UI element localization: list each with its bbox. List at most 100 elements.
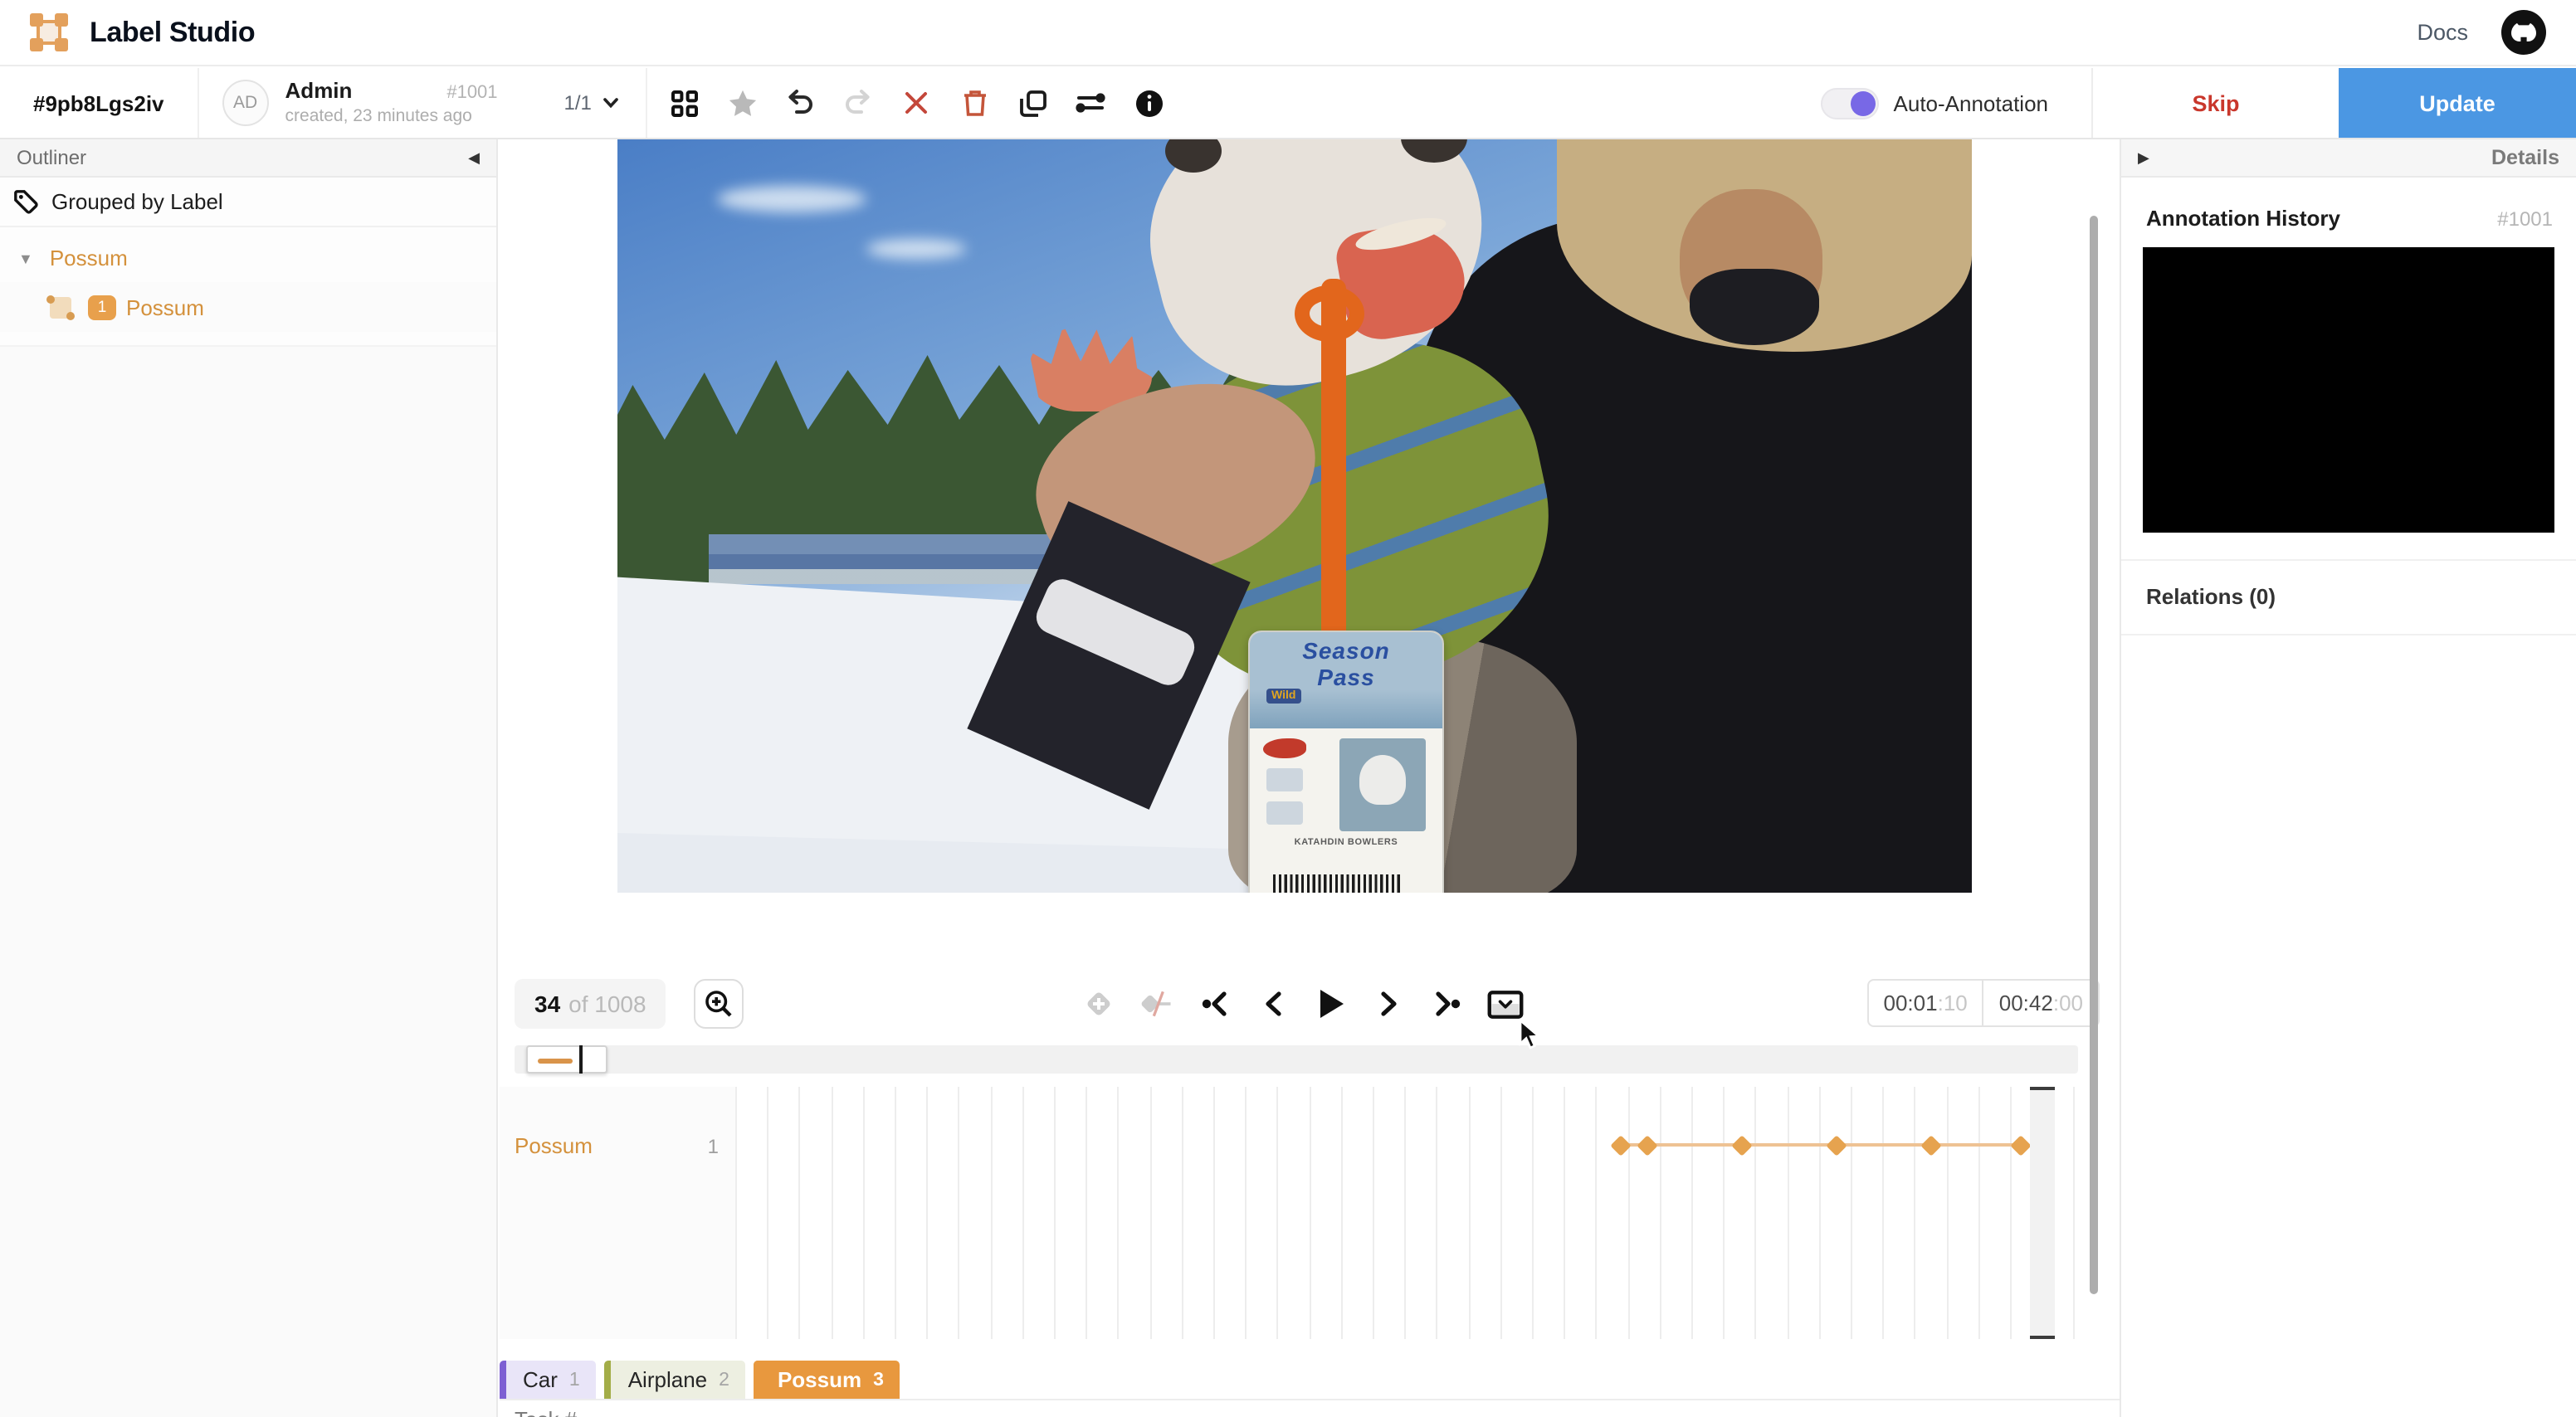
app-header: Label Studio Docs bbox=[0, 0, 2576, 66]
auto-annotation-label: Auto-Annotation bbox=[1894, 90, 2048, 115]
frame-gridline bbox=[2010, 1087, 2012, 1339]
skip-button[interactable]: Skip bbox=[2091, 68, 2339, 138]
seeker-keyframe-region bbox=[538, 1059, 573, 1064]
settings-sliders-button[interactable] bbox=[1071, 83, 1111, 123]
video-lanyard bbox=[1321, 279, 1346, 660]
annotation-pager[interactable]: 1/1 bbox=[521, 68, 646, 138]
track-region-count: 1 bbox=[708, 1134, 719, 1157]
delete-button[interactable] bbox=[955, 83, 995, 123]
keyframe-connector-line bbox=[1620, 1143, 2020, 1147]
badge-wild-text: Wild bbox=[1266, 689, 1300, 704]
undo-button[interactable] bbox=[781, 83, 821, 123]
annotation-history-title: Annotation History bbox=[2146, 206, 2340, 231]
annotation-selector[interactable]: AD Admin #1001 created, 23 minutes ago bbox=[199, 68, 521, 138]
group-by-selector[interactable]: Grouped by Label bbox=[0, 178, 496, 227]
label-button-possum[interactable]: Possum 3 bbox=[754, 1361, 900, 1399]
frame-gridline bbox=[1437, 1087, 1438, 1339]
play-button[interactable] bbox=[1313, 986, 1349, 1022]
frame-gridline bbox=[831, 1087, 832, 1339]
frame-gridline bbox=[1596, 1087, 1598, 1339]
frame-gridline bbox=[1787, 1087, 1788, 1339]
annotation-history-thumbnail[interactable] bbox=[2143, 247, 2554, 533]
tree-expand-icon[interactable]: ▼ bbox=[18, 250, 33, 266]
previous-frame-button[interactable] bbox=[1255, 986, 1291, 1022]
add-keyframe-button[interactable] bbox=[1081, 986, 1117, 1022]
timeline-seeker[interactable] bbox=[515, 1045, 2078, 1074]
seeker-viewport-handle[interactable] bbox=[526, 1045, 607, 1074]
duration-time-input[interactable]: 00:42:00 bbox=[1983, 979, 2100, 1027]
region-bbox-icon bbox=[46, 295, 75, 319]
vertical-scrollbar[interactable] bbox=[2090, 216, 2097, 1294]
current-frame[interactable]: 34 bbox=[534, 991, 560, 1017]
label-studio-app: Label Studio Docs #9pb8Lgs2iv AD Admin #… bbox=[0, 0, 2576, 1417]
frame-gridline bbox=[767, 1087, 768, 1339]
frame-gridline bbox=[1755, 1087, 1757, 1339]
frames-view-toggle-button[interactable] bbox=[1487, 986, 1524, 1022]
task-footer-divider bbox=[500, 1399, 2120, 1417]
auto-annotation-toggle[interactable] bbox=[1821, 87, 1879, 119]
pager-value: 1/1 bbox=[564, 91, 592, 114]
timeline-grid[interactable] bbox=[735, 1087, 2080, 1339]
keyframe-diamond[interactable] bbox=[1636, 1134, 1656, 1155]
collapse-right-icon[interactable]: ▶ bbox=[2138, 149, 2149, 167]
keyframe-diamond[interactable] bbox=[2009, 1134, 2030, 1155]
group-mode-label: Grouped by Label bbox=[51, 189, 223, 214]
zoom-in-button[interactable] bbox=[694, 979, 744, 1029]
label-button-airplane[interactable]: Airplane 2 bbox=[605, 1361, 746, 1399]
video-frame[interactable]: Season Pass Wild KATAHDIN BOWLERS bbox=[617, 139, 1972, 893]
copy-button[interactable] bbox=[1013, 83, 1053, 123]
cloud bbox=[866, 239, 966, 259]
frame-gridline bbox=[1946, 1087, 1948, 1339]
frame-gridline bbox=[1468, 1087, 1470, 1339]
frame-gridline bbox=[1341, 1087, 1343, 1339]
frame-gridline bbox=[1149, 1087, 1151, 1339]
frame-gridline bbox=[1627, 1087, 1629, 1339]
previous-keyframe-button[interactable] bbox=[1197, 986, 1233, 1022]
next-keyframe-button[interactable] bbox=[1429, 986, 1466, 1022]
label-studio-logo-icon[interactable] bbox=[30, 13, 68, 51]
keyframe-diamond[interactable] bbox=[1825, 1134, 1846, 1155]
keyframe-diamond[interactable] bbox=[1920, 1134, 1940, 1155]
badge-caption: KATAHDIN BOWLERS bbox=[1250, 838, 1442, 848]
toolbar-icon-group bbox=[646, 68, 1186, 138]
annotation-history-id: #1001 bbox=[2497, 207, 2553, 231]
next-frame-button[interactable] bbox=[1371, 986, 1408, 1022]
frame-gridline bbox=[1660, 1087, 1661, 1339]
timeline: Possum 1 bbox=[500, 1087, 2120, 1339]
redo-button[interactable] bbox=[839, 83, 879, 123]
badge-barcode bbox=[1273, 874, 1403, 893]
keyframe-diamond[interactable] bbox=[1730, 1134, 1751, 1155]
tree-region-possum[interactable]: 1 Possum bbox=[0, 282, 496, 332]
timeline-playhead-column[interactable] bbox=[2030, 1087, 2055, 1339]
track-row-possum[interactable]: Possum 1 bbox=[500, 1087, 735, 1158]
main-content: Season Pass Wild KATAHDIN BOWLERS 34 of … bbox=[500, 139, 2120, 1417]
position-frames: :10 bbox=[1938, 991, 1968, 1015]
docs-link[interactable]: Docs bbox=[2417, 20, 2468, 45]
collapse-left-icon[interactable]: ◀ bbox=[468, 149, 480, 167]
avatar: AD bbox=[222, 80, 269, 126]
position-time-input[interactable]: 00:01:10 bbox=[1867, 979, 1983, 1027]
label-button-car[interactable]: Car 1 bbox=[500, 1361, 597, 1399]
label-hotkey: 1 bbox=[569, 1370, 597, 1390]
frame-gridline bbox=[1086, 1087, 1087, 1339]
label-name: Airplane bbox=[612, 1367, 719, 1392]
grid-view-button[interactable] bbox=[665, 83, 705, 123]
task-number-label: Task # bbox=[515, 1407, 577, 1417]
region-index-badge: 1 bbox=[88, 295, 116, 319]
label-color-stripe bbox=[500, 1361, 506, 1399]
track-label: Possum bbox=[515, 1133, 593, 1158]
github-icon[interactable] bbox=[2501, 10, 2546, 55]
video-season-pass-badge: Season Pass Wild KATAHDIN BOWLERS bbox=[1248, 631, 1444, 893]
frame-counter[interactable]: 34 of 1008 bbox=[515, 979, 666, 1029]
info-button[interactable] bbox=[1129, 83, 1169, 123]
star-ground-truth-button[interactable] bbox=[723, 83, 763, 123]
update-button[interactable]: Update bbox=[2339, 68, 2576, 138]
toggle-interpolation-button[interactable] bbox=[1139, 986, 1175, 1022]
frame-gridline bbox=[1245, 1087, 1247, 1339]
tree-group-possum[interactable]: ▼ Possum bbox=[0, 234, 496, 282]
reset-button[interactable] bbox=[897, 83, 937, 123]
relations-section[interactable]: Relations (0) bbox=[2121, 559, 2576, 635]
duration-time: 00:42 bbox=[1999, 991, 2053, 1015]
frame-gridline bbox=[1118, 1087, 1120, 1339]
annotation-toolbar: #9pb8Lgs2iv AD Admin #1001 created, 23 m… bbox=[0, 68, 2576, 139]
